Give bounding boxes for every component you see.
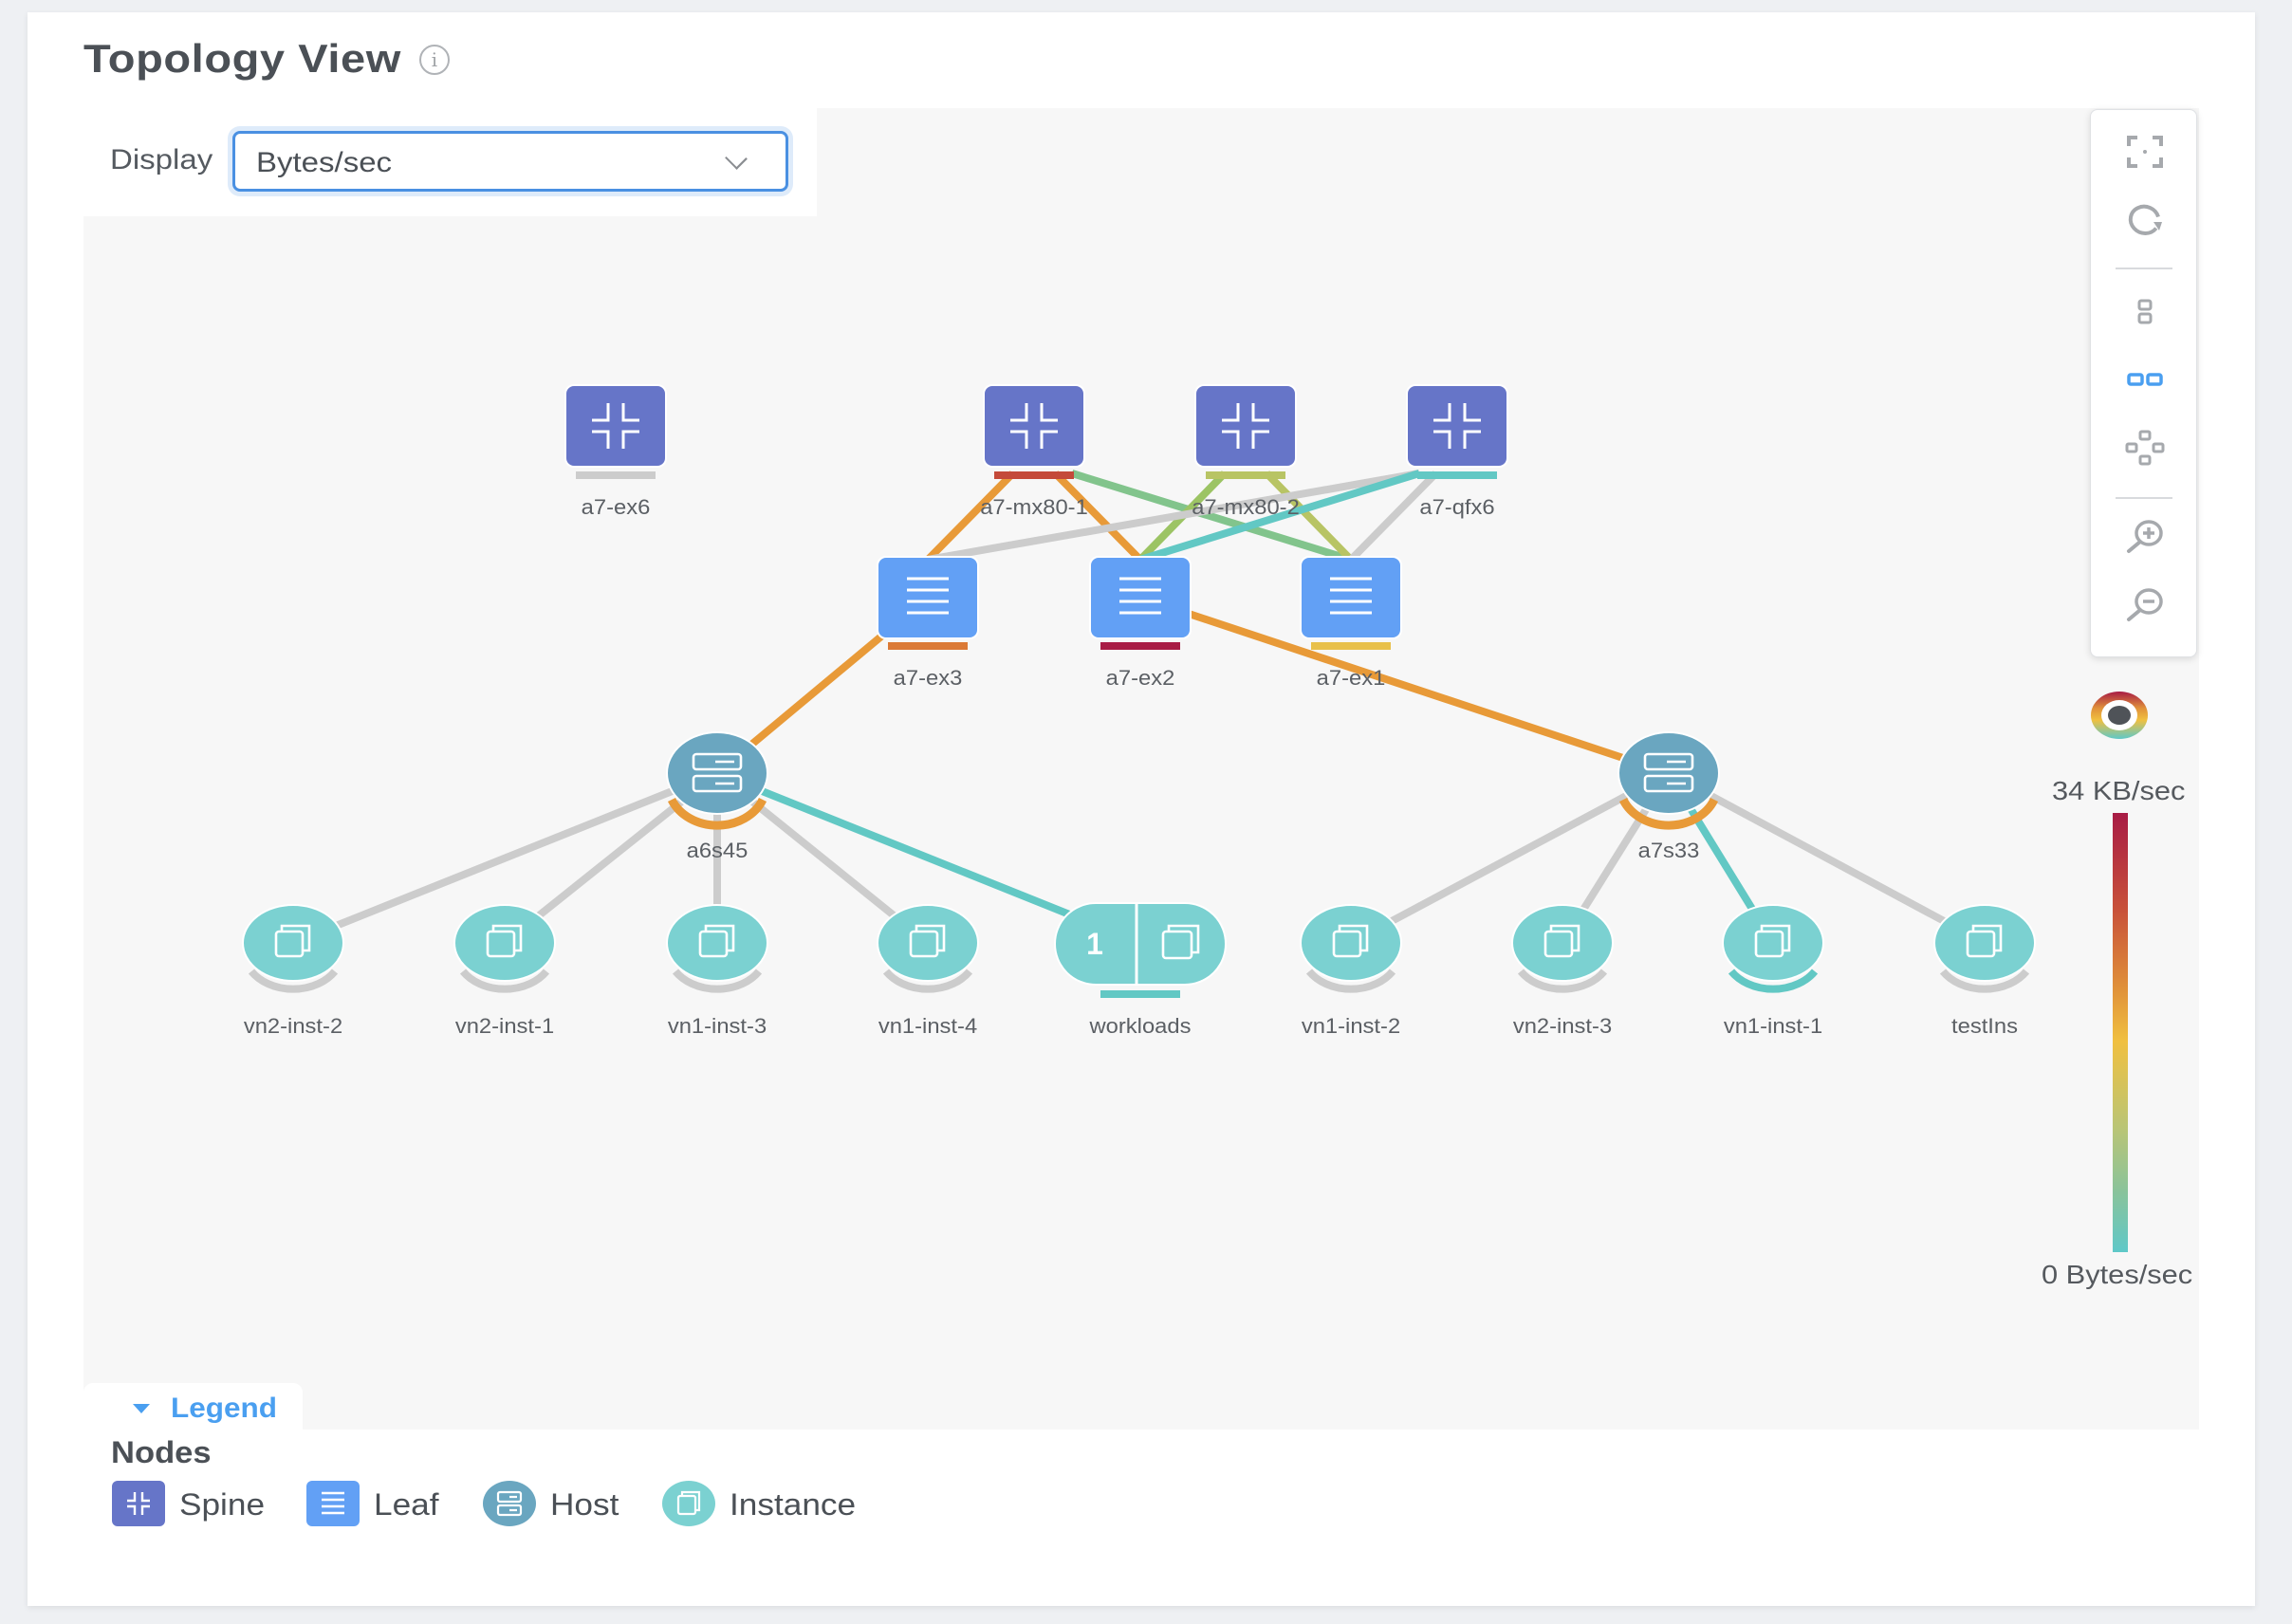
- node-label: vn2-inst-1: [454, 1014, 555, 1038]
- fit-screen-button[interactable]: [2091, 123, 2198, 180]
- layout-horizontal-button[interactable]: [2091, 351, 2198, 408]
- node-label: a7-ex3: [893, 666, 963, 690]
- status-bar: [576, 471, 656, 479]
- color-scale-min: 0 Bytes/sec: [2042, 1260, 2193, 1289]
- instance-icon: [1543, 924, 1580, 958]
- status-bar: [1100, 990, 1180, 998]
- node-label: a7-qfx6: [1419, 495, 1495, 519]
- display-select-value: Bytes/sec: [256, 147, 393, 178]
- status-bar: [1311, 642, 1391, 650]
- node-label: a7-mx80-2: [1192, 495, 1300, 519]
- node-spine[interactable]: [1406, 384, 1508, 479]
- node-instance[interactable]: [453, 904, 556, 993]
- node-label: vn1-inst-1: [1723, 1014, 1823, 1038]
- legend-toggle-label: Legend: [171, 1393, 278, 1424]
- legend-item-label: Instance: [730, 1487, 857, 1522]
- zoom-out-button[interactable]: [2091, 577, 2198, 634]
- divider: [2116, 497, 2172, 499]
- instance-icon: [274, 924, 311, 958]
- instance-icon: [486, 924, 523, 958]
- node-host[interactable]: [666, 731, 768, 830]
- node-label: a7-mx80-1: [980, 495, 1088, 519]
- node-label: testIns: [1951, 1014, 2018, 1038]
- chevron-down-icon: [725, 147, 748, 170]
- legend-item-label: Spine: [179, 1487, 266, 1522]
- legend-item-label: Leaf: [374, 1487, 439, 1522]
- refresh-icon: [2128, 204, 2162, 235]
- layout-horizontal-icon: [2127, 373, 2163, 386]
- layout-radial-icon: [2125, 430, 2165, 466]
- node-spine[interactable]: [564, 384, 667, 479]
- refresh-button[interactable]: [2091, 192, 2198, 249]
- instance-icon: [1332, 924, 1369, 958]
- layout-radial-button[interactable]: [2091, 419, 2198, 476]
- node-label: vn1-inst-2: [1301, 1014, 1401, 1038]
- topology-canvas[interactable]: [83, 108, 2199, 1430]
- leaf-icon: [306, 1481, 360, 1526]
- host-icon: [483, 1481, 536, 1526]
- zoom-out-icon: [2127, 588, 2163, 621]
- node-spine[interactable]: [1194, 384, 1297, 479]
- layout-vertical-button[interactable]: [2091, 283, 2198, 340]
- node-label: vn2-inst-3: [1512, 1014, 1613, 1038]
- legend-section-title: Nodes: [111, 1435, 212, 1469]
- zoom-in-icon: [2127, 520, 2163, 553]
- instance-icon: [1754, 924, 1791, 958]
- instance-icon: [1161, 924, 1200, 960]
- page-title: Topology View: [83, 36, 401, 81]
- node-instance[interactable]: [877, 904, 979, 993]
- status-bar: [888, 642, 968, 650]
- instance-icon: [1966, 924, 2003, 958]
- node-instance[interactable]: [666, 904, 768, 993]
- node-label: vn1-inst-4: [878, 1014, 978, 1038]
- node-instance[interactable]: [1933, 904, 2036, 993]
- node-leaf[interactable]: [877, 556, 979, 650]
- node-spine[interactable]: [983, 384, 1085, 479]
- node-instance[interactable]: [242, 904, 344, 993]
- status-bar: [1417, 471, 1497, 479]
- node-leaf[interactable]: [1300, 556, 1402, 650]
- info-icon[interactable]: i: [419, 45, 450, 75]
- node-host[interactable]: [1617, 731, 1720, 830]
- instance-icon: [698, 924, 735, 958]
- node-instance[interactable]: [1722, 904, 1824, 993]
- node-label: a7-ex6: [581, 495, 651, 519]
- node-label: vn1-inst-3: [667, 1014, 767, 1038]
- color-scale-max: 34 KB/sec: [2052, 776, 2186, 805]
- node-label: workloads: [1089, 1014, 1192, 1038]
- color-scale-ring-icon[interactable]: [2090, 691, 2149, 740]
- node-label: vn2-inst-2: [243, 1014, 343, 1038]
- graph-controls: [2090, 109, 2197, 657]
- status-bar: [1100, 642, 1180, 650]
- node-label: a7-ex2: [1105, 666, 1175, 690]
- divider: [2116, 268, 2172, 269]
- group-count: 1: [1086, 927, 1103, 961]
- caret-down-icon: [133, 1404, 150, 1413]
- layout-vertical-icon: [2137, 299, 2153, 324]
- status-bar: [994, 471, 1074, 479]
- node-label: a7s33: [1637, 839, 1700, 862]
- legend-toggle[interactable]: Legend: [83, 1383, 303, 1430]
- fit-screen-icon: [2127, 136, 2163, 168]
- zoom-in-button[interactable]: [2091, 508, 2198, 565]
- node-instance[interactable]: [1300, 904, 1402, 993]
- display-label: Display: [110, 144, 213, 175]
- legend-item-label: Host: [550, 1487, 619, 1522]
- instance-icon: [909, 924, 946, 958]
- node-label: a6s45: [686, 839, 749, 862]
- instance-icon: [662, 1481, 715, 1526]
- display-select[interactable]: Bytes/sec: [232, 131, 788, 192]
- node-leaf[interactable]: [1089, 556, 1192, 650]
- spine-icon: [112, 1481, 165, 1526]
- node-label: a7-ex1: [1316, 666, 1386, 690]
- color-scale-bar: [2113, 813, 2128, 1252]
- status-bar: [1206, 471, 1285, 479]
- node-instance[interactable]: [1511, 904, 1614, 993]
